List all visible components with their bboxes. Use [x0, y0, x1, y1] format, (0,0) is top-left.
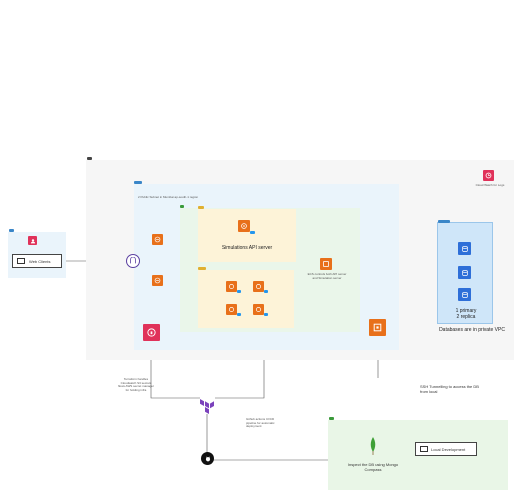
docker-icon [237, 290, 241, 293]
bastion-host-icon [369, 319, 386, 336]
cloudwatch-label: Cloud Watch for Logs [475, 183, 505, 187]
web-clients-box: Web Clients [12, 254, 62, 268]
load-balancer-icon-2 [152, 275, 163, 286]
mongo-compass-label: Inspect the DB using Mongo Compass [347, 462, 399, 472]
database-icon-replica-1 [458, 266, 471, 279]
github-actions-note: Github actions CI/CD pipeline for automa… [246, 417, 275, 429]
ssh-tunnel-note: SSH Tunnelling to access the DB from loc… [420, 384, 479, 394]
public-subnet-tag [134, 181, 142, 184]
database-icon-primary [458, 242, 471, 255]
public-subnet-label: 2 Public Subnet in Mumbai ap-south-1 reg… [138, 195, 199, 199]
internet-gateway-icon [126, 254, 140, 268]
simulations-group [198, 206, 296, 262]
database-caption: Databases are in private VPC [439, 327, 505, 333]
api-container-icon-2 [253, 281, 264, 292]
docker-icon [237, 313, 241, 316]
api-container-icon-1 [226, 281, 237, 292]
private-subnet-tag [180, 205, 184, 208]
ecs-api-tag [198, 267, 206, 270]
simulations-label: Simulations API server [221, 245, 273, 251]
laptop-icon [17, 258, 25, 264]
local-development-label: Local Development [431, 446, 466, 452]
github-icon [201, 452, 214, 465]
simulation-server-icon [238, 220, 250, 232]
clients-tag [9, 229, 14, 232]
docker-icon [264, 290, 268, 293]
mongodb-icon [369, 437, 377, 455]
simulations-tag [198, 206, 204, 209]
ecs-note: ECS controls both API server and Simulat… [307, 272, 347, 280]
api-container-icon-3 [226, 304, 237, 315]
aws-cloud-tag [87, 157, 92, 160]
docker-icon [250, 231, 255, 234]
secrets-manager-icon [143, 324, 160, 341]
docker-icon [264, 313, 268, 316]
ecs-icon [320, 258, 332, 270]
ecs-api-group [198, 267, 294, 328]
local-dev-tag [329, 417, 334, 420]
api-container-icon-4 [253, 304, 264, 315]
database-tag [438, 220, 450, 223]
laptop-icon [420, 446, 428, 452]
terraform-icon [199, 398, 215, 415]
web-clients-label: Web Clients [29, 258, 51, 264]
database-icon-replica-2 [458, 288, 471, 301]
load-balancer-icon-1 [152, 234, 163, 245]
database-replica-label: 1 primary 2 replica [455, 308, 477, 321]
local-development-box: Local Development [415, 442, 477, 456]
cloudwatch-icon [483, 170, 494, 181]
users-icon [28, 236, 37, 245]
terraform-note: Terraform handles Cloudwatch S3 secrets … [118, 377, 154, 392]
